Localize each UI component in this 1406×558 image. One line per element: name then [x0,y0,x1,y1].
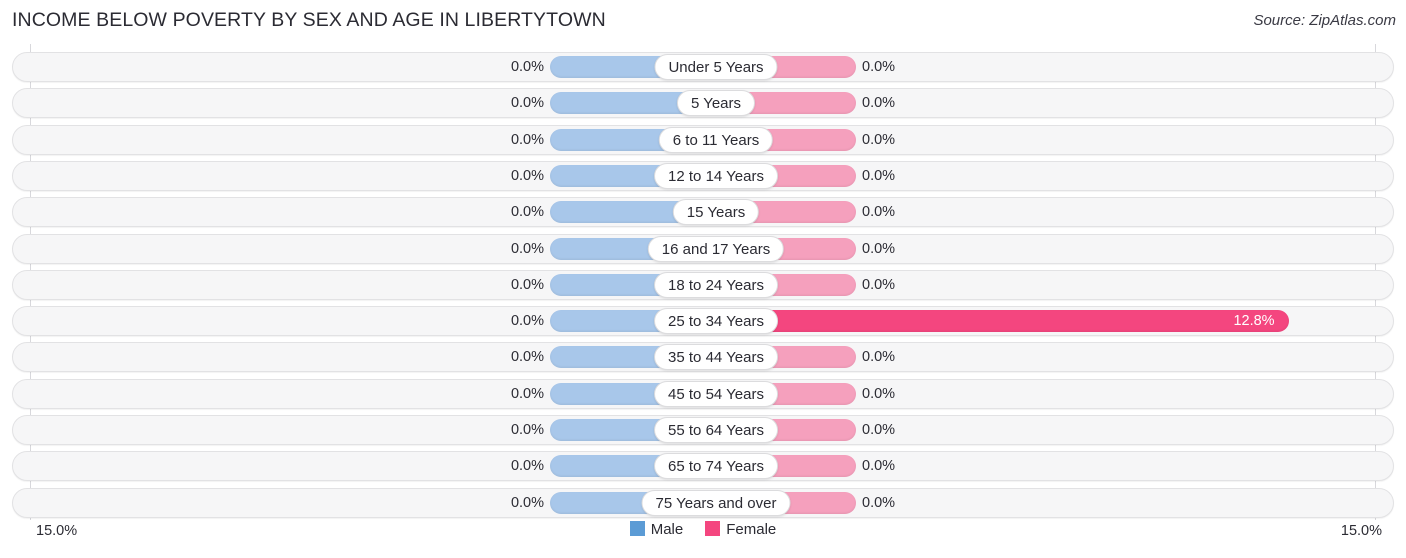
value-label-male: 0.0% [510,204,544,221]
value-label-female: 12.8% [1233,313,1275,330]
source-attribution: Source: ZipAtlas.com [1253,12,1396,29]
table-row[interactable]: 0.0% 0.0% Under 5 Years [12,52,1394,82]
value-label-female: 0.0% [862,385,896,402]
legend-label: Male [650,521,684,538]
category-label: 12 to 14 Years [654,162,778,189]
chart-footer: 15.0% 15.0% Male Female [0,520,1406,558]
value-label-male: 0.0% [510,167,544,184]
value-label-female: 0.0% [862,59,896,75]
value-label-female: 0.0% [862,494,896,511]
table-row[interactable]: 0.0% 0.0% 55 to 64 Years [12,415,1394,445]
value-label-female: 0.0% [862,276,896,293]
value-label-male: 0.0% [510,131,544,148]
bar-male[interactable] [550,92,690,115]
value-label-female: 0.0% [862,458,896,475]
table-row[interactable]: 0.0% 0.0% 45 to 54 Years [12,378,1394,409]
category-label: 16 and 17 Years [647,235,785,262]
value-label-female: 0.0% [862,240,896,257]
category-label: 35 to 44 Years [654,344,778,371]
legend-item-female[interactable]: Female [705,521,776,538]
value-label-female: 0.0% [862,131,896,148]
page-title: INCOME BELOW POVERTY BY SEX AND AGE IN L… [12,9,606,31]
bar-female[interactable] [716,310,1290,333]
value-label-male: 0.0% [510,59,544,75]
table-row[interactable]: 0.0% 0.0% 5 Years [12,88,1394,119]
value-label-male: 0.0% [510,494,544,511]
table-row[interactable]: 0.0% 0.0% 6 to 11 Years [12,124,1394,155]
value-label-female: 0.0% [862,349,896,366]
table-row[interactable]: 0.0% 0.0% 35 to 44 Years [12,342,1394,373]
table-row[interactable]: 0.0% 0.0% 65 to 74 Years [12,451,1394,482]
value-label-female: 0.0% [862,167,896,184]
table-row[interactable]: 0.0% 0.0% 15 Years [12,197,1394,228]
legend-swatch-icon [705,521,721,536]
legend-item-male[interactable]: Male [629,521,684,538]
category-label: 65 to 74 Years [654,453,778,480]
table-row[interactable]: 0.0% 0.0% 75 Years and over [12,487,1394,518]
chart-header: INCOME BELOW POVERTY BY SEX AND AGE IN L… [0,0,1406,44]
category-label: 6 to 11 Years [658,126,774,153]
value-label-female: 0.0% [862,422,896,438]
table-row[interactable]: 0.0% 12.8% 25 to 34 Years [12,306,1394,337]
legend-swatch-icon [629,521,645,536]
value-label-male: 0.0% [510,240,544,257]
value-label-female: 0.0% [862,95,896,112]
value-label-male: 0.0% [510,313,544,330]
category-label: 15 Years [672,199,760,226]
value-label-male: 0.0% [510,458,544,475]
category-label: 75 Years and over [641,489,791,516]
table-row[interactable]: 0.0% 0.0% 16 and 17 Years [12,233,1394,264]
value-label-male: 0.0% [510,95,544,112]
legend-label: Female [726,521,777,538]
category-label: 18 to 24 Years [654,271,778,298]
bar-male[interactable] [550,201,690,224]
value-label-male: 0.0% [510,276,544,293]
category-label: 55 to 64 Years [654,417,778,443]
table-row[interactable]: 0.0% 0.0% 12 to 14 Years [12,160,1394,191]
chart-plot-area: 0.0% 0.0% Under 5 Years 0.0% 0.0% 5 Years 0.0%… [0,44,1406,520]
category-label: 25 to 34 Years [654,308,778,335]
category-label: 45 to 54 Years [654,380,778,407]
category-label: 5 Years [676,90,756,117]
chart-legend: Male Female [0,521,1406,538]
value-label-male: 0.0% [510,422,544,438]
value-label-male: 0.0% [510,349,544,366]
value-label-female: 0.0% [862,204,896,221]
category-label: Under 5 Years [654,54,778,80]
table-row[interactable]: 0.0% 0.0% 18 to 24 Years [12,269,1394,300]
value-label-male: 0.0% [510,385,544,402]
